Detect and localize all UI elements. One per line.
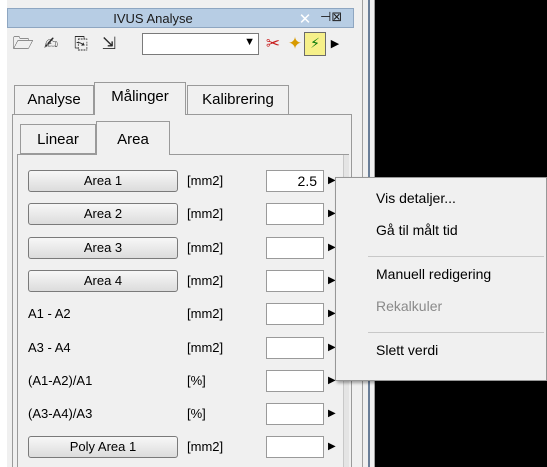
value-field[interactable]: 2.5 — [266, 170, 324, 192]
menu-item-manuell-redigering[interactable]: Manuell redigering — [376, 266, 491, 282]
unit-label: [mm2] — [187, 206, 224, 221]
value-field[interactable] — [266, 370, 324, 392]
tab-linear[interactable]: Linear — [20, 124, 96, 154]
unit-label: [mm2] — [187, 240, 224, 255]
menu-separator — [368, 256, 544, 257]
menu-item-slett-verdi[interactable]: Slett verdi — [376, 342, 438, 358]
auto-detect-icon[interactable]: ⚡ — [304, 32, 326, 56]
panel-title-bar[interactable]: IVUS Analyse ✕ ⊣⊠ — [7, 8, 354, 28]
value-field[interactable] — [266, 403, 324, 425]
context-menu: Vis detaljer... Gå til målt tid Manuell re… — [335, 177, 547, 381]
value-field[interactable] — [266, 270, 324, 292]
unit-label: [%] — [187, 406, 206, 421]
value-field[interactable] — [266, 436, 324, 458]
close-icon[interactable]: ✕ — [296, 10, 314, 28]
value-field[interactable] — [266, 303, 324, 325]
menu-item-vis-detaljer[interactable]: Vis detaljer... — [376, 190, 456, 206]
more-icon[interactable]: ▶ — [329, 32, 341, 56]
measure-button[interactable]: Area 1 — [28, 170, 178, 192]
unit-label: [mm2] — [187, 173, 224, 188]
measure-label: A3 - A4 — [28, 340, 71, 355]
save-exit-icon[interactable]: ⇲ — [98, 32, 120, 56]
measure-button[interactable]: Poly Area 1 — [28, 436, 178, 458]
panel-title: IVUS Analyse — [113, 11, 193, 26]
tab-analyse[interactable]: Analyse — [14, 85, 94, 115]
measure-button[interactable]: Area 4 — [28, 270, 178, 292]
chevron-down-icon[interactable]: ▼ — [244, 36, 255, 48]
unit-label: [mm2] — [187, 340, 224, 355]
measure-label: (A3-A4)/A3 — [28, 406, 93, 421]
menu-item-rekalkuler: Rekalkuler — [376, 298, 443, 314]
tab-area[interactable]: Area — [96, 121, 170, 155]
row-menu-arrow-icon[interactable]: ▶ — [328, 441, 336, 452]
measure-button[interactable]: Area 2 — [28, 203, 178, 225]
measure-tool-icon[interactable]: ✂ — [262, 32, 284, 56]
unit-label: [mm2] — [187, 439, 224, 454]
export-document-icon[interactable]: ⎘ — [70, 32, 92, 56]
measure-label: (A1-A2)/A1 — [28, 373, 93, 388]
edit-document-icon[interactable]: ✍ — [40, 32, 62, 56]
tab-mlinger[interactable]: Målinger — [94, 82, 186, 115]
row-menu-arrow-icon[interactable]: ▶ — [328, 408, 336, 419]
left-margin — [0, 0, 7, 467]
measure-label: A1 - A2 — [28, 306, 71, 321]
open-folder-icon[interactable]: 🗁 — [12, 32, 34, 56]
value-field[interactable] — [266, 203, 324, 225]
menu-item-gå-til-målt-tid[interactable]: Gå til målt tid — [376, 222, 458, 238]
measure-button[interactable]: Area 3 — [28, 237, 178, 259]
toolbar-combo[interactable]: ▼ — [142, 33, 259, 55]
tab-kalibrering[interactable]: Kalibrering — [187, 85, 289, 115]
unit-label: [%] — [187, 373, 206, 388]
menu-separator — [368, 332, 544, 333]
unit-label: [mm2] — [187, 306, 224, 321]
plugin-icon[interactable]: ✦ — [284, 32, 306, 56]
pin-icon[interactable]: ⊣⊠ — [320, 10, 342, 25]
unit-label: [mm2] — [187, 273, 224, 288]
value-field[interactable] — [266, 337, 324, 359]
value-field[interactable] — [266, 237, 324, 259]
